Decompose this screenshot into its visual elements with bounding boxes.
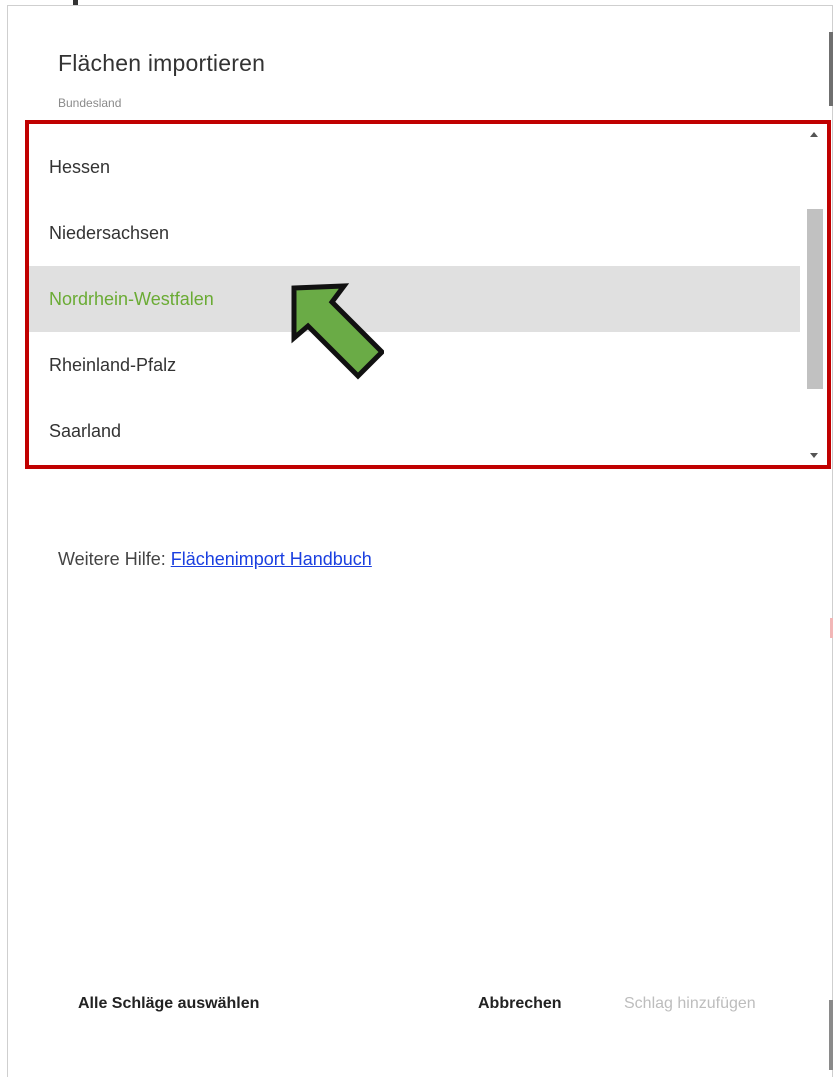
select-all-button[interactable]: Alle Schläge auswählen xyxy=(78,995,259,1013)
option-list[interactable]: Hessen Niedersachsen Nordrhein-Westfalen… xyxy=(29,124,800,465)
background-page-edge xyxy=(829,32,833,106)
list-scrollbar[interactable] xyxy=(803,124,827,465)
option-nordrhein-westfalen[interactable]: Nordrhein-Westfalen xyxy=(29,266,800,332)
scroll-down-arrow-icon[interactable] xyxy=(810,453,818,458)
background-page-edge xyxy=(829,1000,833,1070)
dialog-title: Flächen importieren xyxy=(58,50,266,76)
pointer-arrow-icon xyxy=(291,283,384,380)
option-rheinland-pfalz[interactable]: Rheinland-Pfalz xyxy=(29,332,800,398)
option-niedersachsen[interactable]: Niedersachsen xyxy=(29,200,800,266)
option-saarland[interactable]: Saarland xyxy=(29,398,800,464)
cancel-button[interactable]: Abbrechen xyxy=(478,995,562,1013)
help-text: Weitere Hilfe: Flächenimport Handbuch xyxy=(58,549,372,570)
option-hessen[interactable]: Hessen xyxy=(29,134,800,200)
bundesland-dropdown-list[interactable]: Hessen Niedersachsen Nordrhein-Westfalen… xyxy=(25,120,831,469)
handbook-link[interactable]: Flächenimport Handbuch xyxy=(171,549,372,569)
add-schlag-button[interactable]: Schlag hinzufügen xyxy=(624,995,756,1013)
help-prefix: Weitere Hilfe: xyxy=(58,549,171,569)
bundesland-label: Bundesland xyxy=(58,96,122,110)
scroll-thumb[interactable] xyxy=(807,209,823,389)
scroll-up-arrow-icon[interactable] xyxy=(810,132,818,137)
